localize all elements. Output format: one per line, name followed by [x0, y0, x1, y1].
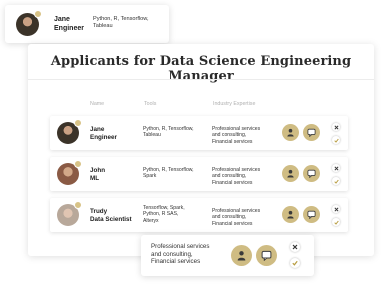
reject-button[interactable] [332, 205, 340, 213]
industry-line: Professional services [151, 243, 210, 250]
accept-button[interactable] [332, 177, 340, 185]
chat-icon [307, 210, 316, 219]
close-icon [333, 124, 339, 130]
applicant-industry: Professional services and consulting, Fi… [212, 167, 280, 186]
badge-icon [74, 160, 82, 168]
person-icon [287, 128, 294, 137]
profile-button[interactable] [282, 165, 299, 182]
tools-line: Alteryx [143, 217, 159, 224]
message-button[interactable] [256, 245, 277, 266]
accept-button[interactable] [332, 218, 340, 226]
applicant-name: Trudy Data Scientist [90, 208, 132, 223]
action-hover-card: Professional services and consulting, Fi… [141, 235, 314, 276]
message-button[interactable] [303, 206, 320, 223]
table-row[interactable]: Jane Engineer Python, R, Tensorflow, Tab… [50, 116, 348, 150]
industry-line: Financial services [212, 179, 253, 186]
name-line: Jane [54, 16, 70, 23]
accept-button[interactable] [332, 136, 340, 144]
applicant-industry: Professional services and consulting, Fi… [212, 126, 280, 145]
table-row[interactable]: John ML Python, R, Tensorflow, Spark Pro… [50, 157, 348, 191]
accept-button[interactable] [290, 258, 300, 268]
avatar [57, 160, 82, 185]
name-line: Jane [90, 126, 105, 133]
column-header-tools: Tools [144, 101, 157, 107]
close-icon [292, 244, 298, 250]
chat-icon [307, 128, 316, 137]
table-row[interactable]: Trudy Data Scientist Tensorflow, Spark, … [50, 198, 348, 232]
column-header-name: Name [90, 101, 105, 107]
close-icon [333, 165, 339, 171]
chat-icon [261, 250, 272, 261]
chat-icon [307, 169, 316, 178]
badge-icon [74, 119, 82, 127]
applicant-industry: Professional services and consulting, Fi… [212, 208, 280, 227]
message-button[interactable] [303, 165, 320, 182]
applicant-name: Jane Engineer [54, 16, 84, 33]
applicant-tools: Python, R, Tensorflow, Spark [143, 167, 203, 180]
tools-line: Spark [143, 173, 157, 180]
tools-line: Python, R, Tensorflow, [93, 16, 149, 22]
applicant-tools: Python, R, Tensorflow, Tableau [143, 126, 203, 139]
check-icon [333, 220, 339, 225]
reject-button[interactable] [332, 123, 340, 131]
reject-button[interactable] [290, 242, 300, 252]
person-icon [287, 210, 294, 219]
message-button[interactable] [303, 124, 320, 141]
name-line: Engineer [90, 133, 117, 141]
avatar [57, 201, 82, 226]
applicant-tools: Tensorflow, Spark, Python, R SAS, Altery… [143, 205, 203, 224]
name-line: ML [90, 174, 100, 182]
tools-line: Tableau [93, 23, 113, 29]
name-line: John [90, 167, 106, 174]
profile-button[interactable] [231, 245, 252, 266]
name-line: Trudy [90, 208, 108, 215]
divider [28, 79, 374, 80]
applicant-tools: Python, R, Tensorflow, Tableau [93, 16, 149, 30]
applicant-hover-card: Jane Engineer Python, R, Tensorflow, Tab… [5, 5, 169, 43]
person-icon [287, 169, 294, 178]
person-icon [237, 251, 246, 261]
applicant-industry: Professional services and consulting, Fi… [151, 243, 209, 266]
name-line: Data Scientist [90, 215, 132, 223]
name-line: Engineer [54, 24, 84, 32]
tools-line: Tableau [143, 132, 161, 139]
check-icon [333, 179, 339, 184]
close-icon [333, 206, 339, 212]
column-header-industry: Industry Expertise [213, 101, 256, 107]
industry-line: Financial services [212, 220, 253, 227]
industry-line: and consulting, [151, 250, 193, 258]
reject-button[interactable] [332, 164, 340, 172]
badge-icon [74, 201, 82, 209]
applicant-name: Jane Engineer [90, 126, 117, 141]
profile-button[interactable] [282, 206, 299, 223]
avatar [16, 10, 42, 36]
applicant-name: John ML [90, 167, 105, 182]
badge-icon [34, 10, 42, 18]
check-icon [292, 260, 298, 266]
industry-line: Financial services [151, 258, 201, 266]
check-icon [333, 138, 339, 143]
industry-line: Financial services [212, 138, 253, 145]
avatar [57, 119, 82, 144]
profile-button[interactable] [282, 124, 299, 141]
applicants-card: Applicants for Data Science Engineering … [28, 44, 374, 256]
